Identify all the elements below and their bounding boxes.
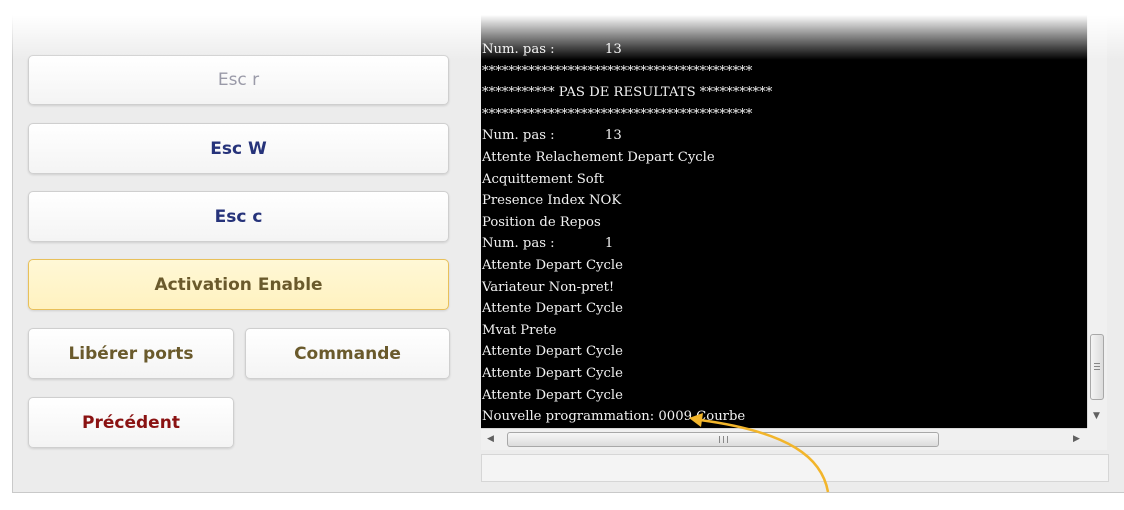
console-line: Attente Depart Cycle	[482, 301, 623, 317]
console-line: *********** PAS DE RESULTATS ***********	[482, 85, 773, 101]
console-line: ****************************************…	[482, 106, 753, 122]
esc-w-label: Esc W	[210, 138, 267, 159]
console-lines: Num. pas : 13 ***************************…	[482, 39, 772, 428]
console-line: Attente Relachement Depart Cycle	[482, 149, 715, 165]
console-line: Attente Depart Cycle	[482, 344, 623, 360]
console-output[interactable]: Num. pas : 13 ***************************…	[481, 0, 1087, 428]
console-line: Position de Repos	[482, 214, 601, 230]
console-line: Acquittement Soft	[482, 171, 604, 187]
horizontal-scroll-thumb[interactable]	[507, 432, 939, 447]
vertical-scrollbar[interactable]: ▼	[1087, 0, 1107, 428]
status-field[interactable]	[481, 454, 1109, 482]
esc-w-button[interactable]: Esc W	[28, 123, 449, 174]
console-line: Num. pas : 13	[482, 128, 622, 144]
console-line: Mvat Prete	[482, 322, 557, 338]
liberer-ports-button[interactable]: Libérer ports	[28, 328, 234, 379]
esc-c-label: Esc c	[214, 206, 263, 227]
console-line: Attente Depart Cycle	[482, 387, 623, 403]
console-line: Variateur Non-pret!	[482, 279, 615, 295]
console-line: ****************************************…	[482, 63, 753, 79]
commande-button[interactable]: Commande	[245, 328, 450, 379]
console-line: Attente Depart Cycle	[482, 257, 623, 273]
liberer-ports-label: Libérer ports	[68, 343, 194, 364]
activation-enable-button[interactable]: Activation Enable	[28, 259, 449, 310]
esc-r-label: Esc r	[217, 70, 260, 90]
console-line: Attente Depart Cycle	[482, 365, 623, 381]
scroll-right-arrow-icon[interactable]: ▶	[1073, 434, 1080, 444]
precedent-label: Précédent	[82, 412, 180, 433]
scrollbar-corner	[1087, 428, 1107, 450]
console-line: Presence Index NOK	[482, 193, 622, 209]
scroll-left-arrow-icon[interactable]: ◀	[487, 434, 494, 444]
esc-c-button[interactable]: Esc c	[28, 191, 449, 242]
horizontal-scrollbar[interactable]: ◀ ▶	[481, 428, 1087, 450]
console-line: Num. pas : 1	[482, 236, 614, 252]
grip-icon	[719, 436, 728, 443]
precedent-button[interactable]: Précédent	[28, 397, 234, 448]
console-line: Nouvelle programmation: 0009 Courbe	[482, 409, 746, 425]
commande-label: Commande	[294, 343, 401, 364]
vertical-scroll-thumb[interactable]	[1090, 334, 1104, 400]
activation-enable-label: Activation Enable	[154, 274, 323, 295]
scroll-down-arrow-icon[interactable]: ▼	[1093, 411, 1100, 421]
esc-r-button[interactable]: Esc r	[28, 55, 449, 105]
console-line: Num. pas : 13	[482, 42, 622, 57]
